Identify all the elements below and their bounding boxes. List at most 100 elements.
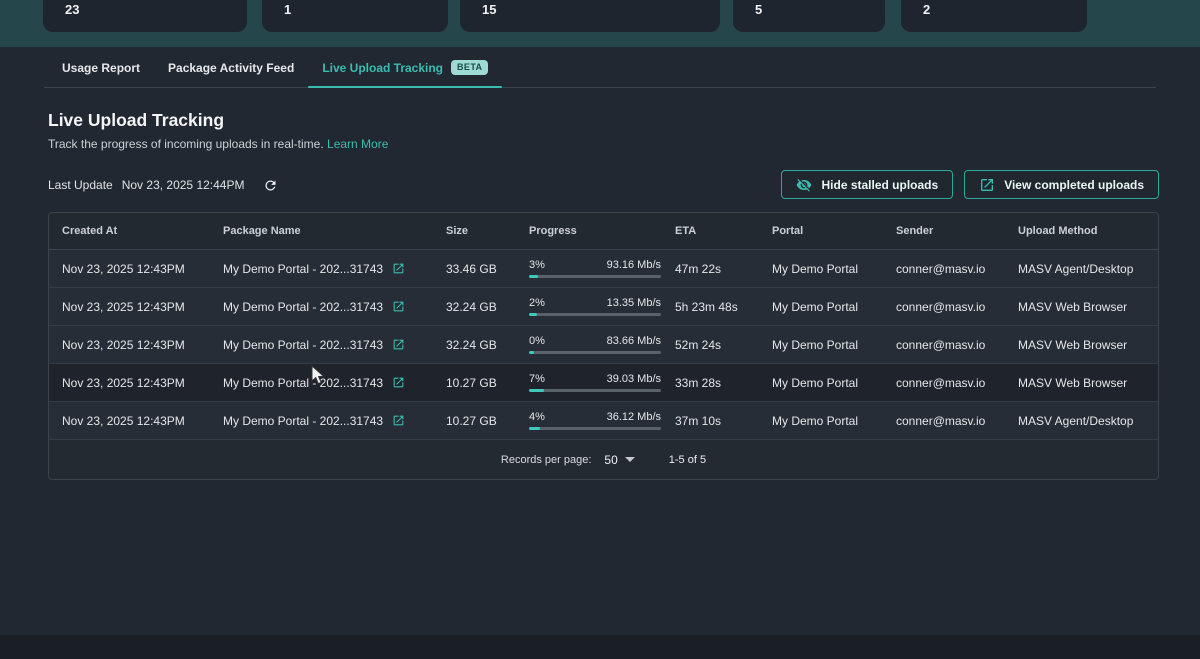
table-row[interactable]: Nov 23, 2025 12:43PM My Demo Portal - 20… — [49, 402, 1158, 440]
cell-sender: conner@masv.io — [896, 262, 1018, 276]
cell-progress: 7% 39.03 Mb/s — [529, 373, 675, 392]
button-label: View completed uploads — [1004, 178, 1144, 192]
hide-stalled-uploads-button[interactable]: Hide stalled uploads — [781, 170, 953, 199]
cell-upload-method: MASV Agent/Desktop — [1018, 414, 1158, 428]
records-per-page-label: Records per page: — [501, 454, 592, 466]
refresh-button[interactable] — [261, 176, 279, 194]
transfer-speed: 39.03 Mb/s — [607, 373, 661, 385]
progress-bar-fill — [529, 313, 537, 316]
column-header-eta: ETA — [675, 225, 772, 237]
tab-usage-report[interactable]: Usage Report — [48, 47, 154, 88]
progress-bar — [529, 389, 661, 392]
cell-package-name: My Demo Portal - 202...31743 — [223, 376, 446, 390]
records-per-page-value: 50 — [604, 453, 617, 467]
tab-live-upload-tracking[interactable]: Live Upload Tracking BETA — [308, 47, 502, 88]
package-name-text: My Demo Portal - 202...31743 — [223, 300, 383, 314]
package-name-text: My Demo Portal - 202...31743 — [223, 338, 383, 352]
last-update-value: Nov 23, 2025 12:44PM — [122, 178, 245, 192]
stat-value: 5 — [755, 2, 762, 17]
cell-sender: conner@masv.io — [896, 338, 1018, 352]
column-header-upload-method: Upload Method — [1018, 225, 1158, 237]
open-package-icon[interactable] — [392, 262, 405, 275]
cell-size: 10.27 GB — [446, 414, 529, 428]
transfer-speed: 93.16 Mb/s — [607, 259, 661, 271]
column-header-created-at: Created At — [62, 225, 223, 237]
cell-size: 32.24 GB — [446, 300, 529, 314]
refresh-icon — [263, 178, 278, 193]
last-update-row: Last Update Nov 23, 2025 12:44PM — [48, 176, 279, 194]
cell-progress: 3% 93.16 Mb/s — [529, 259, 675, 278]
cell-created-at: Nov 23, 2025 12:43PM — [62, 338, 223, 352]
table-row[interactable]: Nov 23, 2025 12:43PM My Demo Portal - 20… — [49, 326, 1158, 364]
cell-created-at: Nov 23, 2025 12:43PM — [62, 376, 223, 390]
progress-bar-fill — [529, 275, 538, 278]
progress-bar — [529, 313, 661, 316]
cell-portal: My Demo Portal — [772, 414, 896, 428]
button-label: Hide stalled uploads — [821, 178, 938, 192]
stat-value: 15 — [482, 2, 496, 17]
table-header: Created At Package Name Size Progress ET… — [49, 213, 1158, 250]
progress-bar — [529, 275, 661, 278]
cell-package-name: My Demo Portal - 202...31743 — [223, 262, 446, 276]
cell-portal: My Demo Portal — [772, 376, 896, 390]
open-package-icon[interactable] — [392, 414, 405, 427]
cell-portal: My Demo Portal — [772, 300, 896, 314]
eye-off-icon — [796, 177, 812, 193]
pagination-range: 1-5 of 5 — [669, 454, 706, 466]
tab-label: Live Upload Tracking — [322, 61, 443, 75]
progress-percent: 7% — [529, 373, 545, 385]
stat-card: 5 — [733, 0, 885, 32]
table-row[interactable]: Nov 23, 2025 12:43PM My Demo Portal - 20… — [49, 288, 1158, 326]
open-package-icon[interactable] — [392, 338, 405, 351]
table-row[interactable]: Nov 23, 2025 12:43PM My Demo Portal - 20… — [49, 250, 1158, 288]
cell-sender: conner@masv.io — [896, 376, 1018, 390]
cell-sender: conner@masv.io — [896, 414, 1018, 428]
learn-more-link[interactable]: Learn More — [327, 137, 388, 151]
column-header-progress: Progress — [529, 225, 675, 237]
transfer-speed: 36.12 Mb/s — [607, 411, 661, 423]
cell-eta: 5h 23m 48s — [675, 300, 772, 314]
column-header-package-name: Package Name — [223, 225, 446, 237]
open-package-icon[interactable] — [392, 300, 405, 313]
progress-percent: 0% — [529, 335, 545, 347]
column-header-portal: Portal — [772, 225, 896, 237]
cell-package-name: My Demo Portal - 202...31743 — [223, 338, 446, 352]
cell-portal: My Demo Portal — [772, 338, 896, 352]
table-footer: Records per page: 50 1-5 of 5 — [49, 440, 1158, 479]
cell-portal: My Demo Portal — [772, 262, 896, 276]
progress-percent: 3% — [529, 259, 545, 271]
table-row[interactable]: Nov 23, 2025 12:43PM My Demo Portal - 20… — [49, 364, 1158, 402]
cell-progress: 0% 83.66 Mb/s — [529, 335, 675, 354]
package-name-text: My Demo Portal - 202...31743 — [223, 414, 383, 428]
cell-sender: conner@masv.io — [896, 300, 1018, 314]
tab-bar: Usage Report Package Activity Feed Live … — [0, 47, 1200, 88]
stat-card: 2 — [901, 0, 1087, 32]
view-completed-uploads-button[interactable]: View completed uploads — [964, 170, 1159, 199]
records-per-page-select[interactable]: 50 — [604, 453, 634, 467]
package-name-text: My Demo Portal - 202...31743 — [223, 262, 383, 276]
cell-upload-method: MASV Web Browser — [1018, 300, 1158, 314]
tab-package-activity-feed[interactable]: Package Activity Feed — [154, 47, 308, 88]
stat-value: 2 — [923, 2, 930, 17]
progress-bar-fill — [529, 427, 540, 430]
progress-bar-fill — [529, 351, 534, 354]
bottom-bar — [0, 635, 1200, 659]
cell-progress: 2% 13.35 Mb/s — [529, 297, 675, 316]
tab-label: Usage Report — [62, 61, 140, 75]
stat-value: 1 — [284, 2, 291, 17]
cell-created-at: Nov 23, 2025 12:43PM — [62, 414, 223, 428]
progress-bar — [529, 351, 661, 354]
open-package-icon[interactable] — [392, 376, 405, 389]
stat-card: 15 — [460, 0, 720, 32]
stat-value: 23 — [65, 2, 79, 17]
cell-eta: 37m 10s — [675, 414, 772, 428]
stat-card: 1 — [262, 0, 448, 32]
table-body: Nov 23, 2025 12:43PM My Demo Portal - 20… — [49, 250, 1158, 440]
cell-package-name: My Demo Portal - 202...31743 — [223, 300, 446, 314]
cell-eta: 33m 28s — [675, 376, 772, 390]
transfer-speed: 13.35 Mb/s — [607, 297, 661, 309]
cell-package-name: My Demo Portal - 202...31743 — [223, 414, 446, 428]
cell-eta: 47m 22s — [675, 262, 772, 276]
cell-upload-method: MASV Agent/Desktop — [1018, 262, 1158, 276]
cell-upload-method: MASV Web Browser — [1018, 376, 1158, 390]
